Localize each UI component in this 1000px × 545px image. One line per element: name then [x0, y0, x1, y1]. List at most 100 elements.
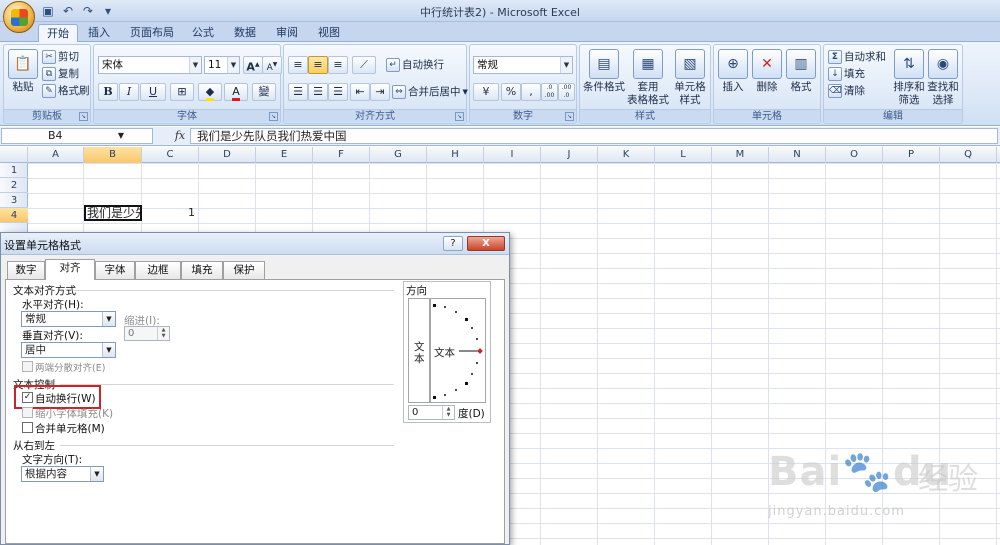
delete-cells-button[interactable]: ✕ 删除: [750, 49, 784, 94]
align-center-button[interactable]: ☰: [308, 83, 328, 101]
fill-button[interactable]: ↓ 填充: [828, 66, 865, 81]
text-direction-select[interactable]: 根据内容 ▼: [21, 466, 104, 482]
phonetic-button[interactable]: 變: [252, 83, 276, 101]
number-launcher-icon[interactable]: ↘: [565, 112, 574, 121]
tab-number[interactable]: 数字: [7, 261, 45, 279]
wrap-text-button[interactable]: ↵ 自动换行: [386, 57, 444, 72]
format-cells-button[interactable]: ▥ 格式: [784, 49, 818, 94]
borders-button[interactable]: ⊞: [170, 83, 194, 101]
increase-indent-button[interactable]: ⇥: [370, 83, 390, 101]
font-name-select[interactable]: 宋体 ▼: [98, 56, 202, 74]
increase-decimal-button[interactable]: .0 .00: [541, 83, 558, 101]
underline-button[interactable]: U: [140, 83, 166, 101]
merge-cells-checkbox[interactable]: [22, 422, 33, 433]
shrink-to-fit-checkbox[interactable]: [22, 407, 33, 418]
column-header-e[interactable]: E: [256, 147, 313, 163]
font-size-select[interactable]: 11 ▼: [204, 56, 240, 74]
tab-border[interactable]: 边框: [135, 261, 181, 279]
column-header-d[interactable]: D: [199, 147, 256, 163]
bold-button[interactable]: B: [98, 83, 118, 101]
percent-button[interactable]: %: [501, 83, 521, 101]
column-header-m[interactable]: M: [712, 147, 769, 163]
horizontal-select[interactable]: 常规 ▼: [21, 311, 116, 327]
tab-formulas[interactable]: 公式: [186, 24, 220, 42]
tab-alignment[interactable]: 对齐: [45, 259, 95, 280]
clear-button[interactable]: ⌫ 清除: [828, 83, 865, 98]
format-painter-button[interactable]: ✎ 格式刷: [42, 83, 90, 98]
justify-distributed-checkbox[interactable]: [22, 361, 33, 372]
currency-button[interactable]: ¥: [473, 83, 499, 101]
column-header-l[interactable]: L: [655, 147, 712, 163]
format-as-table-button[interactable]: ▦ 套用 表格格式: [626, 49, 670, 107]
cell-b4[interactable]: 我们是少先队员我们热爱中国: [84, 205, 142, 221]
column-header-f[interactable]: F: [313, 147, 370, 163]
italic-button[interactable]: I: [119, 83, 139, 101]
formula-input[interactable]: 我们是少先队员我们热爱中国: [190, 128, 998, 144]
bottom-align-button[interactable]: ≡: [328, 56, 348, 74]
column-header-g[interactable]: G: [370, 147, 427, 163]
orientation-dial[interactable]: 文本: [430, 298, 486, 403]
orientation-button[interactable]: ⟋: [352, 56, 376, 74]
font-color-button[interactable]: A: [224, 83, 248, 101]
tab-home[interactable]: 开始: [38, 24, 78, 42]
autosum-button[interactable]: Σ 自动求和: [828, 49, 886, 64]
number-format-select[interactable]: 常规 ▼: [473, 56, 573, 74]
conditional-formatting-button[interactable]: ▤ 条件格式: [582, 49, 626, 94]
column-header-p[interactable]: P: [883, 147, 940, 163]
comma-button[interactable]: ,: [521, 83, 541, 101]
row-header-4[interactable]: 4: [0, 208, 28, 223]
row-header-3[interactable]: 3: [0, 193, 28, 208]
insert-cells-button[interactable]: ⊕ 插入: [716, 49, 750, 94]
tab-font[interactable]: 字体: [95, 261, 135, 279]
copy-button[interactable]: ⧉ 复制: [42, 66, 79, 81]
find-select-button[interactable]: ◉ 查找和 选择: [926, 49, 960, 107]
decrease-indent-button[interactable]: ⇤: [350, 83, 370, 101]
column-header-a[interactable]: A: [28, 147, 84, 163]
align-right-button[interactable]: ☰: [328, 83, 348, 101]
name-box[interactable]: B4 ▼: [1, 128, 153, 144]
middle-align-button[interactable]: ≡: [308, 56, 328, 74]
align-left-button[interactable]: ☰: [288, 83, 308, 101]
tab-review[interactable]: 审阅: [270, 24, 304, 42]
sort-filter-button[interactable]: ⇅ 排序和 筛选: [892, 49, 926, 107]
alignment-launcher-icon[interactable]: ↘: [455, 112, 464, 121]
insert-function-button[interactable]: fx: [172, 128, 188, 144]
merge-center-button[interactable]: ⇔ 合并后居中 ▼: [392, 84, 468, 99]
tab-protection[interactable]: 保护: [223, 261, 265, 279]
vertical-text-button[interactable]: 文本: [408, 298, 430, 403]
tab-data[interactable]: 数据: [228, 24, 262, 42]
tab-insert[interactable]: 插入: [82, 24, 116, 42]
cell-c4[interactable]: 1: [143, 206, 198, 220]
font-launcher-icon[interactable]: ↘: [269, 112, 278, 121]
column-header-n[interactable]: N: [769, 147, 826, 163]
column-header-h[interactable]: H: [427, 147, 484, 163]
clipboard-launcher-icon[interactable]: ↘: [79, 112, 88, 121]
fill-color-button[interactable]: ◆: [198, 83, 222, 101]
office-button[interactable]: [3, 1, 35, 33]
top-align-button[interactable]: ≡: [288, 56, 308, 74]
column-header-c[interactable]: C: [142, 147, 199, 163]
vertical-select[interactable]: 居中 ▼: [21, 342, 116, 358]
cut-button[interactable]: ✂ 剪切: [42, 49, 79, 64]
row-header-1[interactable]: 1: [0, 163, 28, 178]
indent-spinner[interactable]: 0 ▲ ▼: [124, 326, 170, 341]
close-button[interactable]: X: [467, 236, 505, 251]
row-header-2[interactable]: 2: [0, 178, 28, 193]
column-header-j[interactable]: J: [541, 147, 598, 163]
column-header-i[interactable]: I: [484, 147, 541, 163]
column-header-b[interactable]: B: [84, 147, 142, 163]
tab-view[interactable]: 视图: [312, 24, 346, 42]
column-header-q[interactable]: Q: [940, 147, 997, 163]
paste-button[interactable]: 📋 粘贴: [6, 49, 40, 94]
help-button[interactable]: ?: [443, 236, 463, 251]
column-header-o[interactable]: O: [826, 147, 883, 163]
cell-styles-button[interactable]: ▧ 单元格 样式: [670, 49, 710, 107]
decrease-decimal-button[interactable]: .00 .0: [558, 83, 575, 101]
tab-page-layout[interactable]: 页面布局: [126, 24, 178, 42]
degrees-spinner[interactable]: 0 ▲ ▼: [408, 405, 455, 420]
grow-font-button[interactable]: A▲: [243, 56, 263, 74]
shrink-font-button[interactable]: A▼: [262, 56, 282, 74]
column-header-k[interactable]: K: [598, 147, 655, 163]
tab-fill[interactable]: 填充: [181, 261, 223, 279]
select-all-corner[interactable]: [0, 147, 28, 163]
